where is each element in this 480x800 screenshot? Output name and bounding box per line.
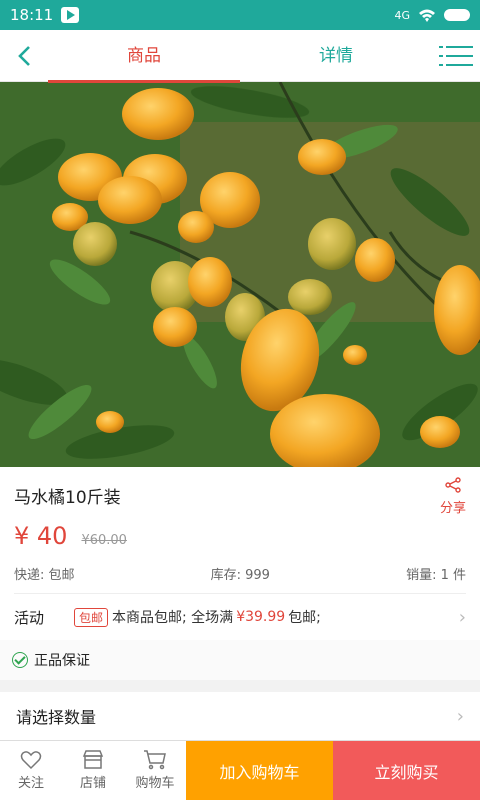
product-price: ¥ 40 (14, 522, 68, 550)
list-menu-icon (439, 45, 473, 66)
store-icon (82, 750, 104, 769)
sales-info: 销量: 1 件 (406, 568, 466, 583)
original-price: ¥60.00 (81, 533, 127, 548)
back-button[interactable] (0, 30, 48, 82)
guarantee-label: 正品保证 (34, 653, 90, 669)
play-store-icon (61, 7, 80, 23)
cart-button[interactable]: 购物车 (124, 741, 186, 800)
cart-icon (144, 750, 166, 770)
share-button[interactable]: 分享 (440, 477, 466, 516)
quantity-label: 请选择数量 (16, 708, 97, 727)
activity-text: 本商品包邮; 全场满 (112, 610, 234, 626)
network-label: 4G (394, 8, 410, 22)
product-image[interactable] (0, 82, 480, 467)
menu-button[interactable] (432, 30, 480, 82)
check-circle-icon (12, 652, 28, 668)
header: 商品 详情 (0, 30, 480, 83)
follow-button[interactable]: 关注 (0, 741, 62, 800)
store-label: 店铺 (79, 776, 106, 791)
back-arrow-icon (18, 45, 30, 66)
add-to-cart-button[interactable]: 加入购物车 (186, 741, 333, 800)
cart-label: 购物车 (135, 776, 175, 791)
stock-info: 库存: 999 (210, 568, 270, 583)
tab-details[interactable]: 详情 (240, 30, 432, 82)
status-time: 18:11 (10, 6, 54, 24)
activity-label: 活动 (14, 608, 45, 627)
product-info: 马水橘10斤装 分享 ¥ 40 ¥60.00 快递: 包邮 库存: 999 销量… (0, 467, 480, 640)
guarantee-row: 正品保证 (0, 640, 480, 680)
free-shipping-badge: 包邮 (74, 607, 109, 627)
shipping-info: 快递: 包邮 (14, 568, 75, 583)
wifi-icon (419, 9, 435, 22)
quantity-selector[interactable]: 请选择数量 › (0, 692, 480, 740)
bottom-bar: 关注 店铺 购物车 加入购物车 立刻购买 (0, 740, 480, 800)
status-bar: 18:11 4G (0, 0, 480, 30)
product-title: 马水橘10斤装 (14, 488, 121, 508)
store-button[interactable]: 店铺 (62, 741, 124, 800)
buy-now-button[interactable]: 立刻购买 (333, 741, 480, 800)
share-label: 分享 (439, 501, 466, 516)
chevron-right-icon: › (458, 606, 466, 628)
tab-product[interactable]: 商品 (48, 30, 240, 83)
battery-icon (444, 9, 470, 21)
activity-threshold: ¥39.99 (236, 609, 286, 625)
share-icon (445, 477, 461, 493)
activity-row[interactable]: 活动 包邮 本商品包邮; 全场满 ¥39.99 包邮; › (14, 594, 466, 640)
activity-text-end: 包邮; (288, 610, 321, 626)
follow-label: 关注 (17, 776, 44, 791)
chevron-right-icon: › (456, 705, 464, 727)
heart-icon (20, 751, 42, 770)
